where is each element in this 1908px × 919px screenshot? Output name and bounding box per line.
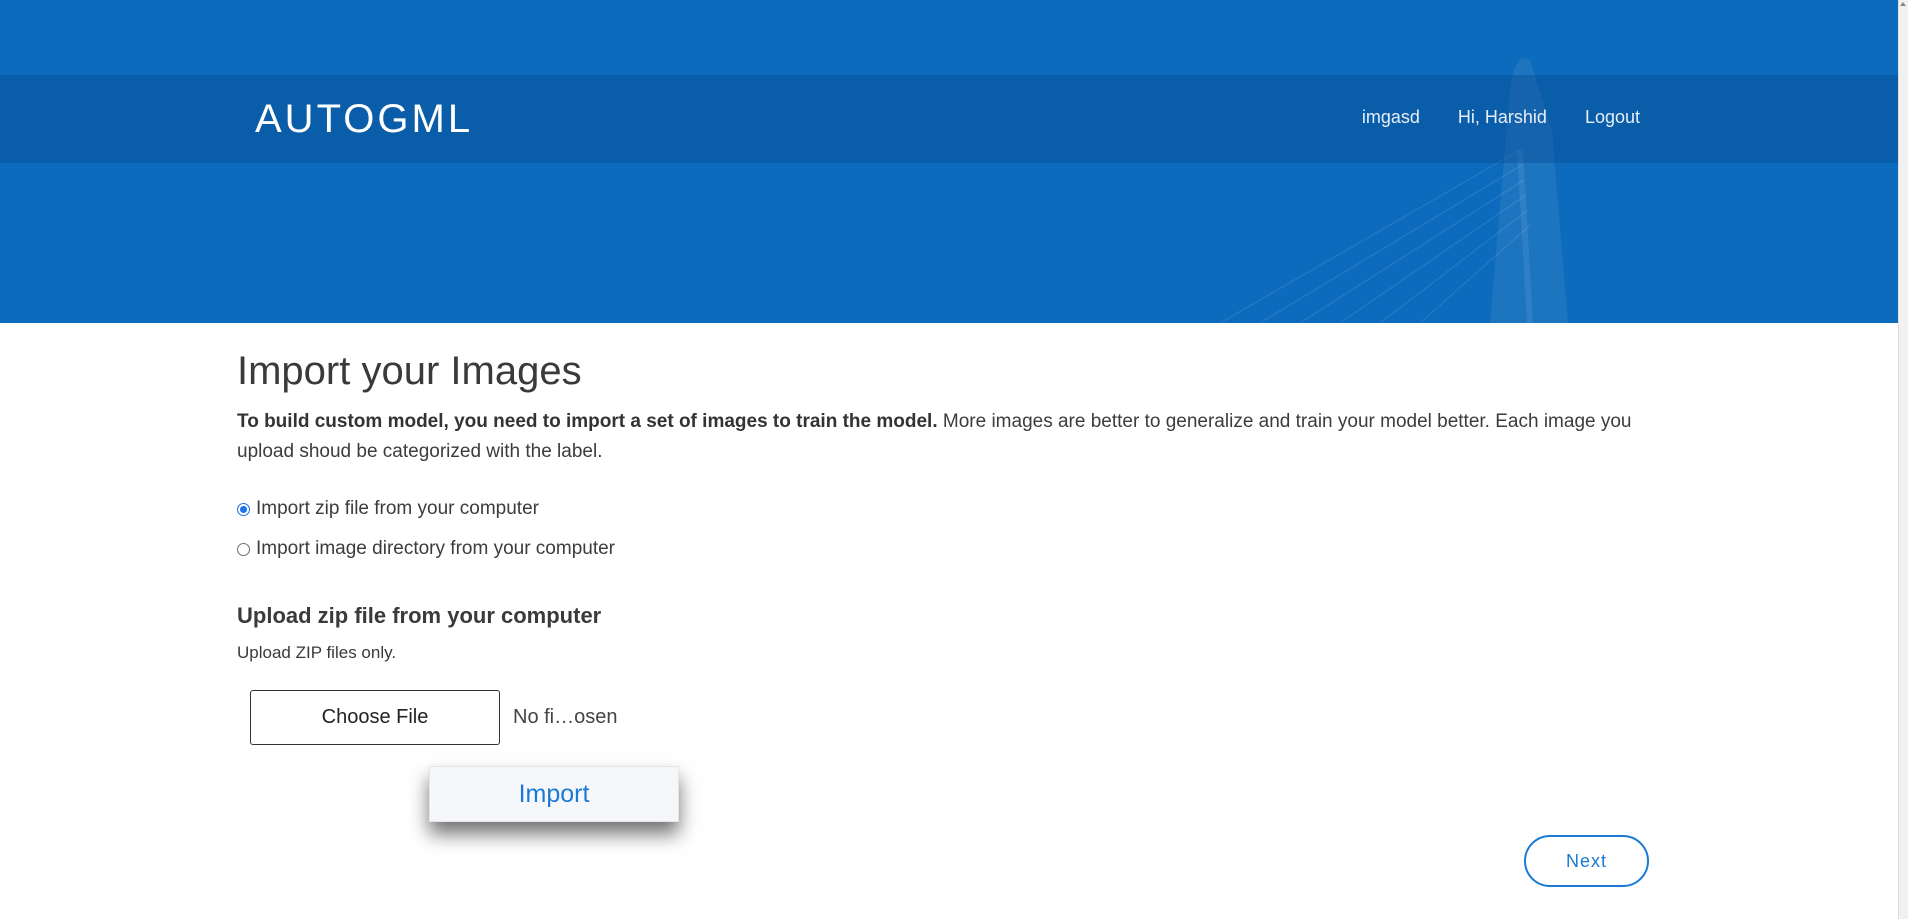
page-title: Import your Images — [237, 349, 582, 393]
option-zip[interactable]: Import zip file from your computer — [237, 489, 1657, 529]
intro-text: To build custom model, you need to impor… — [237, 407, 1647, 467]
import-button[interactable]: Import — [429, 766, 679, 822]
page-scrollbar[interactable] — [1898, 0, 1908, 919]
file-input: Choose File No fi…osen — [250, 690, 1657, 745]
option-zip-label: Import zip file from your computer — [256, 498, 539, 519]
choose-file-button[interactable]: Choose File — [250, 690, 500, 745]
intro-bold-text: To build custom model, you need to impor… — [237, 411, 938, 432]
file-status: No fi…osen — [513, 706, 618, 728]
hero-banner: AUTOGML imgasd Hi, Harshid Logout — [0, 0, 1899, 323]
upload-title: Upload zip file from your computer — [237, 603, 602, 628]
radio-directory[interactable] — [237, 542, 250, 556]
next-button[interactable]: Next — [1524, 835, 1649, 887]
nav-links: imgasd Hi, Harshid Logout — [1362, 107, 1640, 128]
upload-hint: Upload ZIP files only. — [237, 643, 397, 662]
radio-zip[interactable] — [237, 502, 250, 516]
main-content: Import your Images To build custom model… — [237, 345, 1657, 745]
scroll-up-icon[interactable] — [1900, 2, 1906, 6]
option-directory[interactable]: Import image directory from your compute… — [237, 529, 1657, 569]
import-options: Import zip file from your computer Impor… — [237, 489, 1657, 569]
navbar: AUTOGML imgasd Hi, Harshid Logout — [0, 75, 1899, 163]
nav-link-project[interactable]: imgasd — [1362, 107, 1420, 128]
nav-link-logout[interactable]: Logout — [1585, 107, 1640, 128]
brand-logo[interactable]: AUTOGML — [255, 97, 473, 142]
nav-link-user[interactable]: Hi, Harshid — [1458, 107, 1547, 128]
option-directory-label: Import image directory from your compute… — [256, 538, 616, 559]
